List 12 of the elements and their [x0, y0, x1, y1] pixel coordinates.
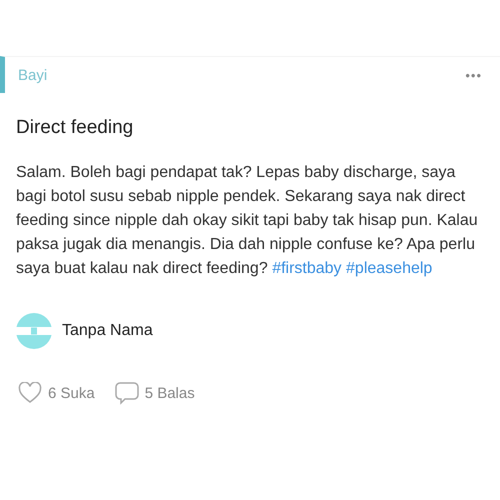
more-button[interactable]: •••	[465, 68, 482, 82]
reply-button[interactable]: 5 Balas	[114, 381, 195, 405]
post-title: Direct feeding	[16, 117, 134, 139]
author-name: Tanpa Nama	[62, 322, 153, 340]
comment-icon	[114, 381, 139, 405]
avatar-icon	[16, 313, 52, 349]
post-body: Salam. Boleh bagi pendapat tak? Lepas baby discharge, saya bagi botol susu sebab nipple pendek. Sekarang saya nak direct feeding since nipple dah okay sikit tapi baby tak hisap pun. Kalau paksa jugak dia menangis. Dia dah nipple confuse ke? Apa perlu saya buat kalau nak direct feeding? #firstbaby #pleasehelp	[16, 163, 478, 279]
like-button[interactable]: 6 Suka	[18, 382, 95, 404]
heart-icon	[18, 382, 42, 404]
hashtag-link[interactable]: #firstbaby	[272, 260, 342, 277]
hashtag-link[interactable]: #pleasehelp	[346, 260, 432, 277]
category-label[interactable]: Bayi	[18, 66, 48, 84]
